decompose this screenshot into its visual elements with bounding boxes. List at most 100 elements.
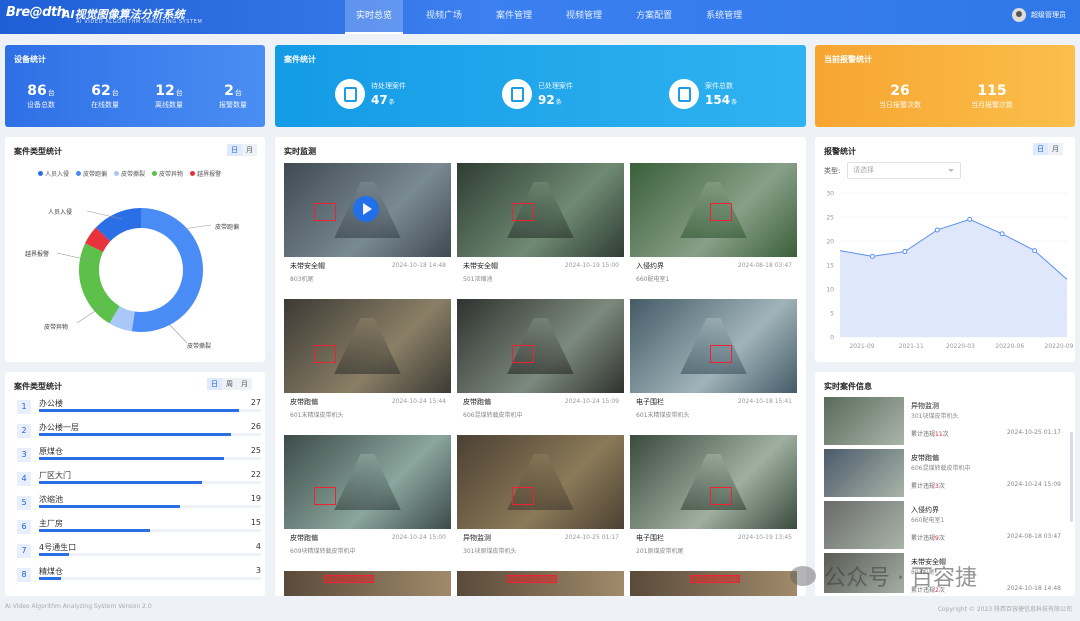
video-location: 606混煤转载皮带机中	[463, 412, 523, 419]
case-thumbnail[interactable]	[824, 501, 904, 549]
rank-track	[39, 529, 261, 532]
case-date: 2024-08-18 03:47	[1006, 533, 1061, 540]
watermark: 公众号 · 百容捷	[790, 560, 977, 592]
realtime-monitor-card: 实时监测 未带安全帽 2024-10-18 14:48 803机尾 未带安全帽 2024…	[275, 137, 806, 596]
video-title: 皮带跑偏	[463, 398, 491, 406]
video-thumbnail[interactable]	[630, 299, 797, 393]
video-thumbnail[interactable]	[284, 571, 451, 596]
nav-scheme-config[interactable]: 方案配置	[625, 0, 683, 34]
rank-track	[39, 481, 261, 484]
stat-device-online: 62台 在线数量	[75, 83, 135, 110]
toggle-week[interactable]: 周	[222, 378, 237, 390]
rank-bar	[39, 409, 239, 412]
rank-track	[39, 457, 261, 460]
type-select[interactable]: 请选择	[847, 162, 961, 179]
data-point	[999, 231, 1005, 237]
video-location: 660配电室1	[636, 276, 670, 283]
stat-unit: 台	[234, 89, 242, 97]
realtime-case-item[interactable]: 异物监测 301块煤皮带机头 累计违规11次 2024-10-25 01:17	[824, 397, 1067, 445]
video-date: 2024-10-18 14:48	[391, 262, 446, 269]
realtime-case-item[interactable]: 皮带跑偏 606混煤转载皮带机中 累计违规3次 2024-10-24 15:09	[824, 449, 1067, 497]
user-name: 超级管理员	[1031, 11, 1066, 19]
video-date: 2024-10-19 13:45	[737, 534, 792, 541]
video-tile-partial[interactable]	[630, 571, 797, 596]
case-total-label: 案件总数	[705, 82, 733, 90]
y-tick-label: 25	[826, 215, 834, 222]
rank-row: 3 原煤仓 25	[17, 446, 265, 466]
video-title: 未带安全帽	[290, 262, 325, 270]
rank-track	[39, 505, 261, 508]
donut-label: 越界报警	[25, 251, 50, 258]
nav-overview[interactable]: 实时总览	[345, 0, 404, 34]
video-thumbnail[interactable]	[284, 299, 451, 393]
y-tick-label: 30	[826, 191, 834, 198]
video-location: 609块精煤转载皮带机中	[290, 548, 356, 555]
rank-bar	[39, 457, 224, 460]
case-pending-label: 待处理案件	[371, 82, 406, 90]
stat-value: 2	[224, 83, 234, 99]
video-thumbnail[interactable]	[457, 435, 624, 529]
rank-name: 原煤仓	[39, 447, 63, 456]
case-title: 皮带跑偏	[911, 454, 939, 462]
video-thumbnail[interactable]	[630, 435, 797, 529]
nav-case-management[interactable]: 案件管理	[485, 0, 543, 34]
toggle-day[interactable]: 日	[207, 378, 222, 390]
video-tile[interactable]: 电子围栏 2024-10-19 13:45 201原煤皮带机尾	[630, 435, 797, 557]
realtime-case-item[interactable]: 入侵约界 660配电室1 累计违规9次 2024-08-18 03:47	[824, 501, 1067, 549]
nav-video-management[interactable]: 视频管理	[555, 0, 613, 34]
scrollbar[interactable]	[1070, 432, 1073, 522]
video-location: 803机尾	[290, 276, 314, 283]
video-thumbnail[interactable]	[630, 163, 797, 257]
video-thumbnail[interactable]	[284, 163, 451, 257]
stat-unit: 台	[47, 89, 55, 97]
case-thumbnail[interactable]	[824, 449, 904, 497]
rank-name: 厂区大门	[39, 471, 71, 480]
current-alarm-card: 当前报警统计 26 当日报警次数 115 当月报警次数	[815, 45, 1075, 127]
rank-value: 3	[255, 566, 261, 575]
video-tile[interactable]: 电子围栏 2024-10-18 15:41 601末精煤皮带机头	[630, 299, 797, 421]
stat-device-offline: 12台 离线数量	[139, 83, 199, 110]
video-date: 2024-10-25 01:17	[564, 534, 619, 541]
rank-value: 15	[250, 518, 261, 527]
toggle-month[interactable]: 月	[237, 378, 252, 390]
video-date: 2024-10-24 15:44	[391, 398, 446, 405]
device-stats-card: 设备统计 86台 设备总数 62台 在线数量 12台 离线数量 2台 报警数量	[5, 45, 265, 127]
stat-value: 12	[155, 83, 175, 99]
nav-system-management[interactable]: 系统管理	[695, 0, 753, 34]
video-tile[interactable]: 皮带跑偏 2024-10-24 15:00 609块精煤转载皮带机中	[284, 435, 451, 557]
x-tick-label: 2021-09	[849, 343, 874, 350]
video-thumbnail[interactable]	[630, 571, 797, 596]
case-location: 660配电室1	[911, 517, 945, 524]
legend-item: 人员入侵	[38, 169, 69, 178]
processed-case-icon	[502, 79, 532, 109]
x-tick-label: 20220-06	[995, 343, 1024, 350]
legend-item: 皮带异物	[152, 169, 183, 178]
video-thumbnail[interactable]	[457, 299, 624, 393]
y-tick-label: 5	[830, 311, 834, 318]
video-tile[interactable]: 未带安全帽 2024-10-19 15:00 501浓缩池	[457, 163, 624, 285]
video-location: 301块原煤皮带机头	[463, 548, 517, 555]
video-tile[interactable]: 异物监测 2024-10-25 01:17 301块原煤皮带机头	[457, 435, 624, 557]
video-thumbnail[interactable]	[457, 163, 624, 257]
total-case-icon	[669, 79, 699, 109]
user-menu[interactable]: 超级管理员	[1012, 8, 1066, 22]
video-thumbnail[interactable]	[457, 571, 624, 596]
video-tile-partial[interactable]	[284, 571, 451, 596]
video-tile[interactable]: 皮带跑偏 2024-10-24 15:09 606混煤转载皮带机中	[457, 299, 624, 421]
y-tick-label: 20	[826, 239, 834, 246]
x-tick-label: 20220-03	[946, 343, 975, 350]
stat-label: 在线数量	[91, 101, 119, 109]
case-pending-value: 47条	[371, 93, 395, 107]
nav-video-square[interactable]: 视频广场	[415, 0, 473, 34]
video-date: 2024-08-18 03:47	[737, 262, 792, 269]
video-location: 501浓缩池	[463, 276, 493, 283]
rank-bar	[39, 577, 62, 580]
video-tile-partial[interactable]	[457, 571, 624, 596]
case-thumbnail[interactable]	[824, 397, 904, 445]
video-tile[interactable]: 入侵约界 2024-08-18 03:47 660配电室1	[630, 163, 797, 285]
video-tile[interactable]: 皮带跑偏 2024-10-24 15:44 601末精煤皮带机头	[284, 299, 451, 421]
stat-label: 设备总数	[27, 101, 55, 109]
video-thumbnail[interactable]	[284, 435, 451, 529]
video-tile[interactable]: 未带安全帽 2024-10-18 14:48 803机尾	[284, 163, 451, 285]
play-button[interactable]	[353, 196, 379, 222]
